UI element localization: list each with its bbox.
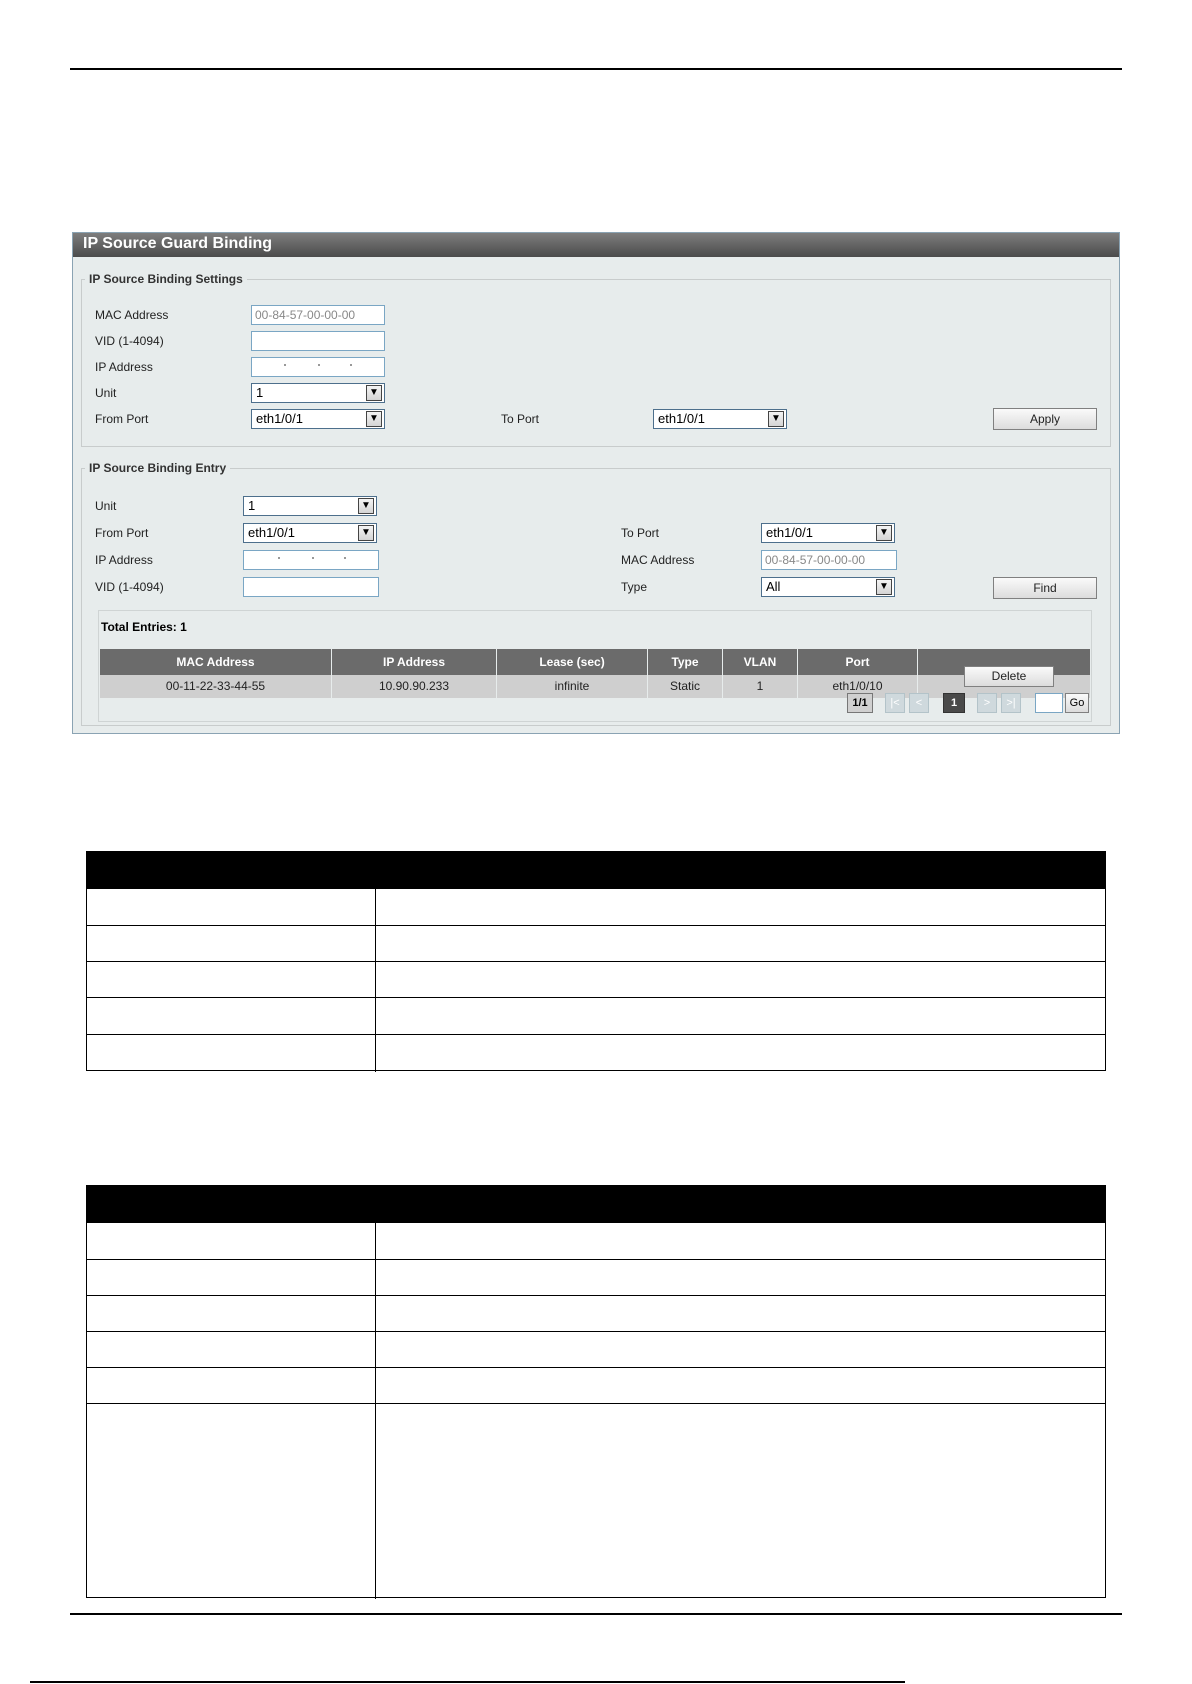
entry-from-port-value: eth1/0/1 bbox=[248, 525, 295, 540]
chevron-down-icon[interactable]: ▼ bbox=[768, 411, 784, 427]
entry-description-header bbox=[87, 1186, 1105, 1223]
entry-to-port-label: To Port bbox=[621, 526, 660, 540]
header-rule bbox=[70, 68, 1122, 70]
page-info: 1/1 bbox=[847, 693, 873, 713]
settings-to-port-select[interactable]: eth1/0/1 ▼ bbox=[653, 409, 787, 429]
description-row bbox=[87, 1259, 1105, 1260]
cell-lease: infinite bbox=[497, 675, 647, 698]
entry-type-label: Type bbox=[621, 580, 648, 594]
chevron-down-icon[interactable]: ▼ bbox=[358, 498, 374, 514]
settings-mac-input[interactable] bbox=[251, 305, 385, 325]
entry-ip-input[interactable] bbox=[243, 550, 379, 570]
delete-button[interactable]: Delete bbox=[964, 666, 1054, 687]
footer-rule bbox=[70, 1613, 1122, 1615]
settings-unit-select[interactable]: 1 ▼ bbox=[251, 383, 385, 403]
entry-mac-input[interactable] bbox=[761, 550, 897, 570]
first-page-button[interactable]: |< bbox=[885, 693, 905, 713]
description-row bbox=[87, 1295, 1105, 1296]
chevron-down-icon[interactable]: ▼ bbox=[358, 525, 374, 541]
entry-type-value: All bbox=[766, 579, 781, 594]
cell-mac: 00-11-22-33-44-55 bbox=[100, 675, 331, 698]
settings-ip-input[interactable] bbox=[251, 357, 385, 377]
column-header-type: Type bbox=[648, 649, 722, 675]
settings-to-port-value: eth1/0/1 bbox=[658, 411, 705, 426]
total-entries: Total Entries: 1 bbox=[101, 620, 187, 634]
description-row bbox=[87, 961, 1105, 962]
results-table: Total Entries: 1 MAC Address IP Address … bbox=[98, 610, 1092, 722]
panel-title: IP Source Guard Binding bbox=[83, 235, 273, 252]
binding-entry-legend: IP Source Binding Entry bbox=[85, 461, 231, 475]
entry-unit-select[interactable]: 1 ▼ bbox=[243, 496, 377, 516]
column-header-port: Port bbox=[798, 649, 917, 675]
last-page-button[interactable]: >| bbox=[1001, 693, 1021, 713]
column-header-mac: MAC Address bbox=[100, 649, 331, 675]
apply-button[interactable]: Apply bbox=[993, 408, 1097, 430]
prev-page-button[interactable]: < bbox=[909, 693, 929, 713]
entry-type-select[interactable]: All ▼ bbox=[761, 577, 895, 597]
description-row bbox=[87, 997, 1105, 998]
entry-vid-input[interactable] bbox=[243, 577, 379, 597]
entry-unit-label: Unit bbox=[95, 499, 117, 513]
chevron-down-icon[interactable]: ▼ bbox=[366, 411, 382, 427]
binding-settings-legend: IP Source Binding Settings bbox=[85, 272, 247, 286]
next-page-button[interactable]: > bbox=[977, 693, 997, 713]
entry-to-port-value: eth1/0/1 bbox=[766, 525, 813, 540]
binding-settings-fieldset bbox=[81, 279, 1111, 447]
cell-type: Static bbox=[648, 675, 722, 698]
go-button[interactable]: Go bbox=[1065, 693, 1089, 713]
entry-mac-label: MAC Address bbox=[621, 553, 695, 567]
entry-to-port-select[interactable]: eth1/0/1 ▼ bbox=[761, 523, 895, 543]
entry-unit-value: 1 bbox=[248, 498, 256, 513]
settings-vid-input[interactable] bbox=[251, 331, 385, 351]
settings-description-divider bbox=[375, 889, 376, 1072]
chevron-down-icon[interactable]: ▼ bbox=[366, 385, 382, 401]
settings-unit-label: Unit bbox=[95, 386, 117, 400]
entry-description-table bbox=[86, 1185, 1106, 1599]
entry-vid-label: VID (1-4094) bbox=[95, 580, 164, 594]
settings-from-port-select[interactable]: eth1/0/1 ▼ bbox=[251, 409, 385, 429]
column-header-ip: IP Address bbox=[332, 649, 496, 675]
entry-ip-label: IP Address bbox=[95, 553, 153, 567]
current-page-button[interactable]: 1 bbox=[943, 693, 965, 713]
description-row bbox=[87, 1034, 1105, 1035]
entry-from-port-select[interactable]: eth1/0/1 ▼ bbox=[243, 523, 377, 543]
chevron-down-icon[interactable]: ▼ bbox=[876, 525, 892, 541]
description-row bbox=[87, 1403, 1105, 1404]
panel-title-bar: IP Source Guard Binding bbox=[73, 233, 1119, 257]
column-header-lease: Lease (sec) bbox=[497, 649, 647, 675]
settings-description-header bbox=[87, 852, 1105, 889]
settings-ip-label: IP Address bbox=[95, 360, 153, 374]
entry-from-port-label: From Port bbox=[95, 526, 149, 540]
settings-from-port-label: From Port bbox=[95, 412, 149, 426]
go-page-input[interactable] bbox=[1035, 693, 1063, 713]
find-button[interactable]: Find bbox=[993, 577, 1097, 599]
settings-unit-value: 1 bbox=[256, 385, 264, 400]
settings-description-table bbox=[86, 851, 1106, 1072]
footer-line bbox=[30, 1681, 905, 1683]
settings-vid-label: VID (1-4094) bbox=[95, 334, 164, 348]
settings-from-port-value: eth1/0/1 bbox=[256, 411, 303, 426]
settings-to-port-label: To Port bbox=[501, 412, 540, 426]
column-header-vlan: VLAN bbox=[723, 649, 797, 675]
description-row bbox=[87, 1367, 1105, 1368]
settings-mac-label: MAC Address bbox=[95, 308, 169, 322]
cell-vlan: 1 bbox=[723, 675, 797, 698]
description-row bbox=[87, 925, 1105, 926]
description-row bbox=[87, 1331, 1105, 1332]
cell-ip: 10.90.90.233 bbox=[332, 675, 496, 698]
entry-description-divider bbox=[375, 1223, 376, 1599]
chevron-down-icon[interactable]: ▼ bbox=[876, 579, 892, 595]
